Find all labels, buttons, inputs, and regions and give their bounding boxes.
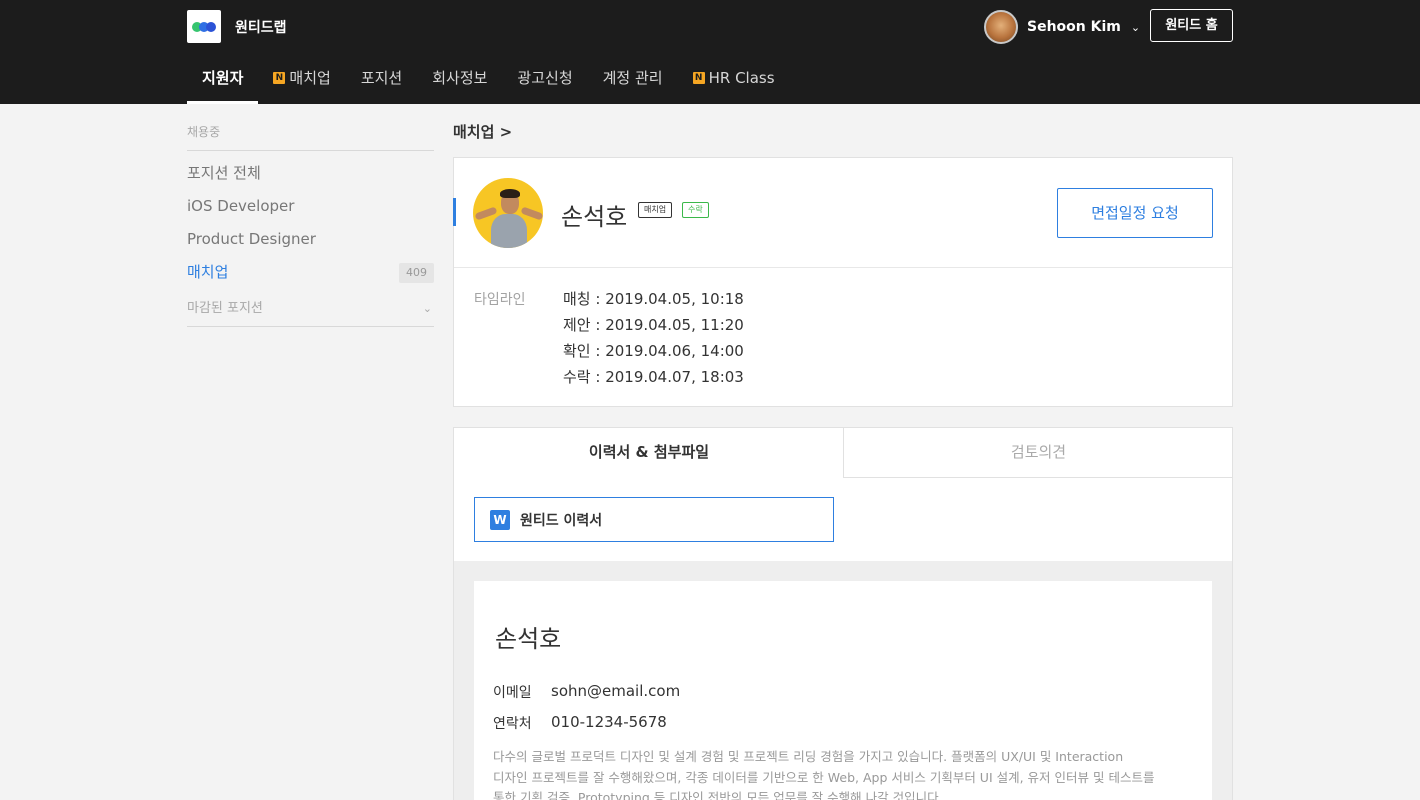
sidebar-item-all-positions[interactable]: 포지션 전체 xyxy=(187,157,434,190)
nav-label: 지원자 xyxy=(202,69,244,87)
timeline-entry: 매칭 : 2019.04.05, 10:18 xyxy=(563,290,744,308)
resume-document: 손석호 이메일 sohn@email.com 연락처 010-1234-5678… xyxy=(474,581,1212,800)
nav-item-account[interactable]: 계정 관리 xyxy=(588,58,678,104)
user-name: Sehoon Kim xyxy=(1027,19,1121,35)
request-interview-button[interactable]: 면접일정 요청 xyxy=(1057,188,1213,238)
nav-label: 계정 관리 xyxy=(602,69,663,87)
resume-name: 손석호 xyxy=(495,625,562,653)
wanted-home-button[interactable]: 원티드 홈 xyxy=(1150,9,1233,42)
nav-label: 회사정보 xyxy=(432,69,488,87)
email-value: sohn@email.com xyxy=(551,682,681,700)
main-nav: 지원자 N 매치업 포지션 회사정보 광고신청 계정 관리 N HR Class xyxy=(187,58,790,104)
sidebar-item-matchup[interactable]: 매치업 409 xyxy=(187,256,434,289)
resume-summary: 다수의 글로벌 프로덕트 디자인 및 설계 경험 및 프로젝트 리딩 경험을 가… xyxy=(493,747,1183,800)
sidebar: 채용중 포지션 전체 iOS Developer Product Designe… xyxy=(187,114,434,327)
phone-value: 010-1234-5678 xyxy=(551,713,667,731)
sidebar-item-product-designer[interactable]: Product Designer xyxy=(187,223,434,256)
timeline-label: 타임라인 xyxy=(474,292,526,308)
sidebar-item-label: 마감된 포지션 xyxy=(187,301,263,316)
divider xyxy=(454,267,1232,268)
wanted-resume-icon: W xyxy=(490,509,510,530)
top-bar: 원티드랩 Sehoon Kim ⌄ 원티드 홈 지원자 N 매치업 포지션 회사… xyxy=(0,0,1420,104)
chevron-down-icon: ⌄ xyxy=(1130,20,1141,34)
chevron-down-icon: ⌄ xyxy=(422,302,432,315)
selection-indicator xyxy=(453,198,456,226)
count-badge: 409 xyxy=(399,262,434,283)
sidebar-item-label: 매치업 xyxy=(187,263,229,281)
breadcrumb[interactable]: 매치업 > xyxy=(453,121,512,142)
timeline-entry: 확인 : 2019.04.06, 14:00 xyxy=(563,342,744,360)
nav-item-company-info[interactable]: 회사정보 xyxy=(417,58,502,104)
candidate-photo xyxy=(473,178,543,248)
nav-label: HR Class xyxy=(708,69,775,87)
nav-label: 광고신청 xyxy=(517,69,573,87)
summary-line: 다수의 글로벌 프로덕트 디자인 및 설계 경험 및 프로젝트 리딩 경험을 가… xyxy=(493,749,1124,764)
nav-item-ads[interactable]: 광고신청 xyxy=(502,58,587,104)
new-badge: N xyxy=(273,72,286,84)
sidebar-item-label: Product Designer xyxy=(187,230,316,248)
tab-review-comments[interactable]: 검토의견 xyxy=(843,428,1232,478)
email-label: 이메일 xyxy=(493,685,532,701)
resume-preview[interactable]: 손석호 이메일 sohn@email.com 연락처 010-1234-5678… xyxy=(454,561,1232,800)
sidebar-closed-positions[interactable]: 마감된 포지션 ⌄ xyxy=(187,291,434,327)
nav-label: 포지션 xyxy=(360,69,403,87)
summary-line: 통한 기획 검증, Prototyping 등 디자인 전반의 모든 업무를 잘… xyxy=(493,790,943,800)
attachment-name: 원티드 이력서 xyxy=(520,512,603,529)
resume-email-row: 이메일 sohn@email.com xyxy=(493,682,680,702)
sidebar-item-label: iOS Developer xyxy=(187,197,295,215)
nav-item-positions[interactable]: 포지션 xyxy=(346,58,417,104)
company-name: 원티드랩 xyxy=(235,20,287,36)
candidate-name: 손석호 xyxy=(561,203,628,231)
summary-line: 디자인 프로젝트를 잘 수행해왔으며, 각종 데이터를 기반으로 한 Web, … xyxy=(493,769,1155,785)
matchup-tag: 매치업 xyxy=(638,202,673,218)
accepted-tag: 수락 xyxy=(682,202,709,218)
user-menu[interactable]: Sehoon Kim ⌄ xyxy=(984,10,1140,44)
wanted-logo-icon[interactable] xyxy=(187,10,221,43)
timeline-entry: 수락 : 2019.04.07, 18:03 xyxy=(563,368,744,386)
user-avatar xyxy=(984,10,1018,44)
tab-resume-attachments[interactable]: 이력서 & 첨부파일 xyxy=(454,428,844,478)
sidebar-section-title: 채용중 xyxy=(187,114,434,151)
phone-label: 연락처 xyxy=(493,716,532,732)
nav-item-hr-class[interactable]: N HR Class xyxy=(678,58,790,104)
resume-panel: 이력서 & 첨부파일 검토의견 W 원티드 이력서 손석호 이메일 sohn@e… xyxy=(453,427,1233,800)
candidate-card: 손석호 매치업 수락 면접일정 요청 타임라인 매칭 : 2019.04.05,… xyxy=(453,157,1233,407)
sidebar-item-ios-developer[interactable]: iOS Developer xyxy=(187,190,434,223)
resume-phone-row: 연락처 010-1234-5678 xyxy=(493,713,667,733)
attachment-wanted-resume[interactable]: W 원티드 이력서 xyxy=(474,497,834,542)
nav-label: 매치업 xyxy=(289,69,331,87)
timeline-entry: 제안 : 2019.04.05, 11:20 xyxy=(563,316,744,334)
sidebar-item-label: 포지션 전체 xyxy=(187,164,261,182)
timeline: 매칭 : 2019.04.05, 10:18 제안 : 2019.04.05, … xyxy=(563,288,744,392)
nav-item-applicants[interactable]: 지원자 xyxy=(187,58,259,104)
new-badge: N xyxy=(692,72,705,84)
nav-item-matchup[interactable]: N 매치업 xyxy=(258,58,345,104)
